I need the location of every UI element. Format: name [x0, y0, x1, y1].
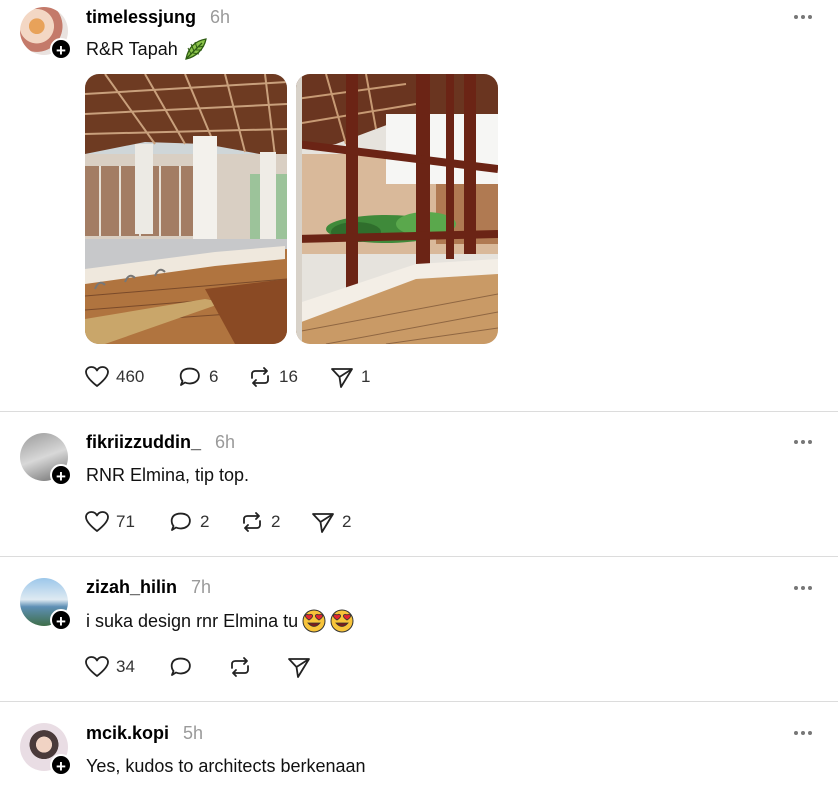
share-button[interactable]: 1: [329, 364, 370, 390]
repost-icon: [243, 512, 261, 532]
post-timelessjung: + timelessjung 6h R&R Tapah 460 6 16 1: [0, 0, 838, 411]
more-options-icon[interactable]: [794, 583, 818, 593]
heart-eyes-emoji-icon: [302, 609, 326, 633]
share-button[interactable]: 2: [310, 509, 351, 535]
more-options-icon[interactable]: [794, 12, 818, 22]
username[interactable]: zizah_hilin: [86, 577, 177, 598]
photo-2-image: [296, 74, 498, 344]
comment-button[interactable]: 2: [168, 509, 209, 535]
comment-button[interactable]: [168, 654, 194, 680]
comment-button[interactable]: 6: [177, 364, 218, 390]
post-text: i suka design rnr Elmina tu: [86, 609, 354, 633]
share-count: 1: [361, 367, 371, 386]
avatar-fikriizzuddin[interactable]: +: [20, 433, 72, 486]
post-zizah-hilin: + zizah_hilin 7h i suka design rnr Elmin…: [0, 557, 838, 701]
send-icon: [312, 513, 334, 533]
comment-icon: [170, 657, 191, 676]
like-count: 71: [116, 512, 135, 531]
post-photo-2[interactable]: [296, 74, 498, 344]
heart-icon: [85, 366, 109, 387]
repost-button[interactable]: [227, 654, 253, 680]
timestamp[interactable]: 6h: [215, 432, 235, 453]
more-options-icon[interactable]: [794, 728, 818, 738]
send-icon: [331, 368, 353, 388]
heart-icon: [85, 511, 109, 532]
repost-count: 2: [271, 512, 281, 531]
post-header: timelessjung 6h: [86, 7, 230, 31]
heart-icon: [85, 656, 109, 677]
like-count: 34: [116, 657, 135, 676]
share-count: 2: [342, 512, 352, 531]
timestamp[interactable]: 5h: [183, 723, 203, 744]
like-button[interactable]: 71: [84, 509, 135, 535]
send-icon: [288, 658, 310, 678]
like-button[interactable]: 460: [84, 364, 144, 390]
post-header: zizah_hilin 7h: [86, 577, 211, 601]
post-text: R&R Tapah: [86, 37, 208, 61]
follow-plus-icon[interactable]: +: [50, 464, 72, 486]
more-options-icon[interactable]: [794, 437, 818, 447]
leaf-emoji-icon: [184, 38, 207, 60]
avatar-timelessjung[interactable]: +: [20, 7, 72, 60]
repost-button[interactable]: 2: [239, 509, 280, 535]
post-text-content: Yes, kudos to architects berkenaan: [86, 756, 366, 776]
comment-icon: [170, 512, 191, 531]
repost-count: 16: [279, 367, 298, 386]
username[interactable]: mcik.kopi: [86, 723, 169, 744]
post-fikriizzuddin: + fikriizzuddin_ 6h RNR Elmina, tip top.…: [0, 412, 838, 556]
username[interactable]: fikriizzuddin_: [86, 432, 201, 453]
username[interactable]: timelessjung: [86, 7, 196, 28]
repost-icon: [251, 367, 269, 387]
comment-icon: [179, 367, 200, 386]
post-text-content: R&R Tapah: [86, 38, 178, 59]
post-header: fikriizzuddin_ 6h: [86, 432, 235, 456]
avatar-zizah-hilin[interactable]: +: [20, 578, 72, 631]
post-text: Yes, kudos to architects berkenaan: [86, 756, 366, 777]
post-header: mcik.kopi 5h: [86, 723, 203, 747]
post-mcik-kopi: + mcik.kopi 5h Yes, kudos to architects …: [0, 702, 838, 790]
like-count: 460: [116, 367, 145, 386]
avatar-mcik-kopi[interactable]: +: [20, 723, 72, 776]
like-button[interactable]: 34: [84, 654, 135, 680]
timestamp[interactable]: 6h: [210, 7, 230, 28]
comment-count: 2: [200, 512, 210, 531]
post-photo-1[interactable]: [85, 74, 287, 344]
post-text-content: RNR Elmina, tip top.: [86, 465, 250, 485]
timestamp[interactable]: 7h: [191, 577, 211, 598]
post-text-content: i suka design rnr Elmina tu: [86, 610, 299, 631]
follow-plus-icon[interactable]: +: [50, 38, 72, 60]
post-text: RNR Elmina, tip top.: [86, 465, 249, 486]
comment-count: 6: [209, 367, 219, 386]
photo-1-image: [85, 74, 287, 344]
follow-plus-icon[interactable]: +: [50, 609, 72, 631]
share-button[interactable]: [286, 654, 312, 680]
follow-plus-icon[interactable]: +: [50, 754, 72, 776]
repost-button[interactable]: 16: [247, 364, 298, 390]
heart-eyes-emoji-icon: [330, 609, 354, 633]
repost-icon: [231, 657, 249, 677]
